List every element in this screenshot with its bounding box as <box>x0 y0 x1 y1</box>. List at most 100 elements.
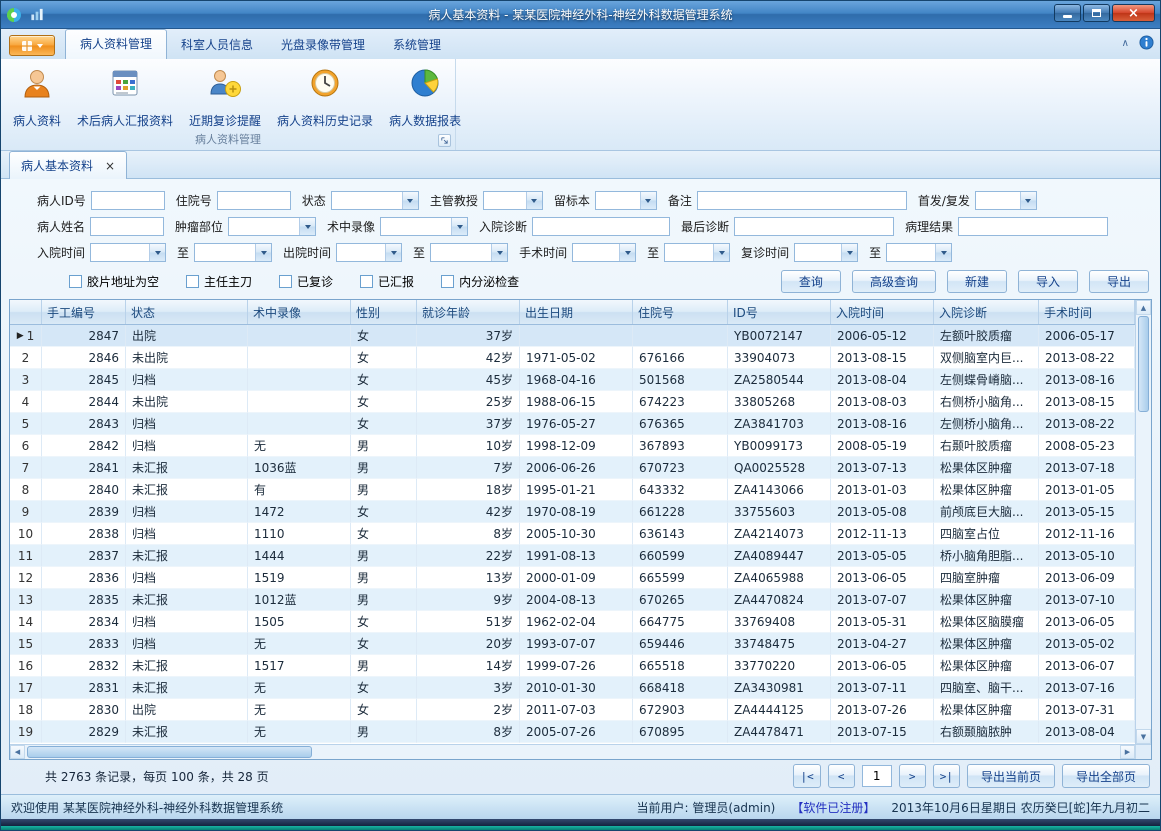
tab-system-management[interactable]: 系统管理 <box>379 31 455 59</box>
filter-combo[interactable] <box>794 243 858 262</box>
postop-report-button[interactable]: 术后病人汇报资料 <box>69 62 181 132</box>
row-indicator-cell[interactable]: 14 <box>10 611 42 633</box>
export-all-pages-button[interactable]: 导出全部页 <box>1062 764 1150 788</box>
column-header-birth-date[interactable]: 出生日期 <box>520 300 633 324</box>
combo-dropdown-icon[interactable] <box>1020 192 1036 209</box>
filter-text-input[interactable] <box>217 191 291 210</box>
column-header-admission-date[interactable]: 入院时间 <box>831 300 934 324</box>
table-row[interactable]: ▶12847出院女37岁YB00721472006-05-12左额叶胶质瘤200… <box>10 325 1135 347</box>
table-row[interactable]: 52843归档女37岁1976-05-27676365ZA38417032013… <box>10 413 1135 435</box>
column-header-intraop-video[interactable]: 术中录像 <box>248 300 351 324</box>
filter-text-input[interactable] <box>91 191 165 210</box>
filter-combo[interactable] <box>595 191 657 210</box>
scroll-left-icon[interactable]: ◀ <box>10 745 25 759</box>
vertical-scrollbar[interactable]: ▲ ▼ <box>1135 300 1151 744</box>
column-header-row-indicator[interactable] <box>10 300 42 324</box>
row-indicator-cell[interactable]: 8 <box>10 479 42 501</box>
checkbox-icon[interactable] <box>186 275 199 288</box>
table-row[interactable]: 122836归档1519男13岁2000-01-09665599ZA406598… <box>10 567 1135 589</box>
vertical-scroll-thumb[interactable] <box>1138 316 1149 412</box>
combo-dropdown-icon[interactable] <box>640 192 656 209</box>
combo-dropdown-icon[interactable] <box>526 192 542 209</box>
first-page-button[interactable]: |< <box>793 764 820 788</box>
horizontal-scroll-thumb[interactable] <box>27 746 312 758</box>
tab-close-icon[interactable]: × <box>105 160 115 172</box>
checkbox-icon[interactable] <box>360 275 373 288</box>
info-icon[interactable] <box>1139 35 1154 53</box>
filter-combo[interactable] <box>886 243 952 262</box>
query-button[interactable]: 查询 <box>781 270 841 293</box>
filter-combo[interactable] <box>194 243 272 262</box>
row-indicator-cell[interactable]: 13 <box>10 589 42 611</box>
filter-text-input[interactable] <box>532 217 670 236</box>
filter-combo[interactable] <box>430 243 508 262</box>
collapse-ribbon-icon[interactable]: ∧ <box>1122 39 1129 49</box>
table-row[interactable]: 152833归档无女20岁1993-07-0765944633748475201… <box>10 633 1135 655</box>
close-button[interactable]: × <box>1112 4 1155 22</box>
filter-combo[interactable] <box>380 217 468 236</box>
filter-text-input[interactable] <box>734 217 894 236</box>
combo-dropdown-icon[interactable] <box>451 218 467 235</box>
row-indicator-cell[interactable]: 17 <box>10 677 42 699</box>
combo-dropdown-icon[interactable] <box>841 244 857 261</box>
next-page-button[interactable]: > <box>899 764 926 788</box>
column-header-admission-no[interactable]: 住院号 <box>633 300 728 324</box>
filter-checkbox-field[interactable]: 已汇报 <box>360 273 414 290</box>
registration-status-text[interactable]: 【软件已注册】 <box>791 799 875 816</box>
filter-checkbox-field[interactable]: 主任主刀 <box>186 273 252 290</box>
combo-dropdown-icon[interactable] <box>255 244 271 261</box>
export-button[interactable]: 导出 <box>1089 270 1149 293</box>
scroll-up-icon[interactable]: ▲ <box>1136 300 1151 315</box>
maximize-button[interactable] <box>1083 4 1110 22</box>
combo-dropdown-icon[interactable] <box>402 192 418 209</box>
row-indicator-cell[interactable]: ▶1 <box>10 325 42 347</box>
column-header-age[interactable]: 就诊年龄 <box>417 300 520 324</box>
combo-dropdown-icon[interactable] <box>713 244 729 261</box>
row-indicator-cell[interactable]: 18 <box>10 699 42 721</box>
row-indicator-cell[interactable]: 12 <box>10 567 42 589</box>
filter-combo[interactable] <box>90 243 166 262</box>
dialog-launcher-icon[interactable] <box>438 134 451 147</box>
prev-page-button[interactable]: < <box>828 764 855 788</box>
page-number-input[interactable] <box>862 765 892 787</box>
filter-text-input[interactable] <box>697 191 907 210</box>
data-report-button[interactable]: 病人数据报表 <box>381 62 469 132</box>
row-indicator-cell[interactable]: 5 <box>10 413 42 435</box>
filter-combo[interactable] <box>483 191 543 210</box>
combo-dropdown-icon[interactable] <box>935 244 951 261</box>
filter-combo[interactable] <box>664 243 730 262</box>
filter-checkbox-field[interactable]: 内分泌检查 <box>441 273 519 290</box>
tab-disc-video-management[interactable]: 光盘录像带管理 <box>267 31 379 59</box>
revisit-reminder-button[interactable]: 近期复诊提醒 <box>181 62 269 132</box>
checkbox-icon[interactable] <box>441 275 454 288</box>
row-indicator-cell[interactable]: 19 <box>10 721 42 743</box>
last-page-button[interactable]: >| <box>933 764 960 788</box>
row-indicator-cell[interactable]: 6 <box>10 435 42 457</box>
table-row[interactable]: 162832未汇报1517男14岁1999-07-266655183377022… <box>10 655 1135 677</box>
export-current-page-button[interactable]: 导出当前页 <box>967 764 1055 788</box>
filter-combo[interactable] <box>572 243 636 262</box>
table-row[interactable]: 192829未汇报无男8岁2005-07-26670895ZA447847120… <box>10 721 1135 743</box>
column-header-id-no[interactable]: ID号 <box>728 300 831 324</box>
filter-combo[interactable] <box>331 191 419 210</box>
column-header-surgery-date[interactable]: 手术时间 <box>1039 300 1135 324</box>
title-bar[interactable]: 病人基本资料 - 某某医院神经外科-神经外科数据管理系统 × <box>1 1 1160 29</box>
combo-dropdown-icon[interactable] <box>619 244 635 261</box>
history-record-button[interactable]: 病人资料历史记录 <box>269 62 381 132</box>
table-row[interactable]: 82840未汇报有男18岁1995-01-21643332ZA414306620… <box>10 479 1135 501</box>
table-row[interactable]: 62842归档无男10岁1998-12-09367893YB0099173200… <box>10 435 1135 457</box>
app-menu-button[interactable] <box>9 35 55 56</box>
table-row[interactable]: 172831未汇报无女3岁2010-01-30668418ZA343098120… <box>10 677 1135 699</box>
row-indicator-cell[interactable]: 2 <box>10 347 42 369</box>
column-header-manual-no[interactable]: 手工编号 <box>42 300 126 324</box>
horizontal-scrollbar[interactable]: ◀ ▶ <box>10 744 1151 759</box>
filter-checkbox-field[interactable]: 胶片地址为空 <box>69 273 159 290</box>
table-row[interactable]: 132835未汇报1012蓝男9岁2004-08-13670265ZA44708… <box>10 589 1135 611</box>
tab-patient-basic-info[interactable]: 病人基本资料 × <box>9 151 127 179</box>
table-row[interactable]: 102838归档1110女8岁2005-10-30636143ZA4214073… <box>10 523 1135 545</box>
tab-department-staff[interactable]: 科室人员信息 <box>167 31 267 59</box>
combo-dropdown-icon[interactable] <box>149 244 165 261</box>
row-indicator-cell[interactable]: 4 <box>10 391 42 413</box>
checkbox-icon[interactable] <box>69 275 82 288</box>
table-row[interactable]: 92839归档1472女42岁1970-08-19661228337556032… <box>10 501 1135 523</box>
